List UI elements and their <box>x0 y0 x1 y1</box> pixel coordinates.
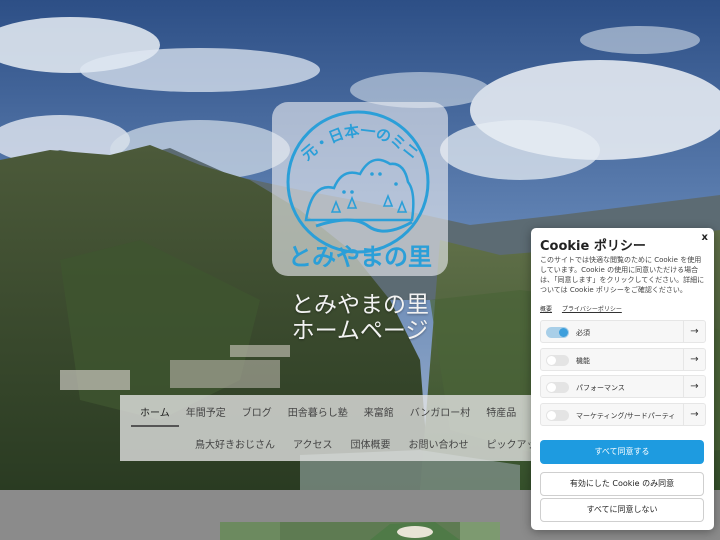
nav-row-2: 鳥大好きおじさん アクセス 団体概要 お問い合わせ ピックアップ <box>120 427 548 459</box>
nav-item-local-products[interactable]: 特産品 <box>486 404 516 419</box>
nav-item-raifukan[interactable]: 来富館 <box>364 404 394 419</box>
cookie-title: Cookie ポリシー <box>540 239 646 254</box>
nav-item-bird-uncle[interactable]: 鳥大好きおじさん <box>195 436 275 451</box>
cookie-consent-panel: x Cookie ポリシー このサイトでは快適な閲覧のために Cookie を使… <box>531 228 714 530</box>
featured-image-preview[interactable] <box>220 522 500 540</box>
cookie-toggle-performance[interactable] <box>546 382 569 393</box>
preview-image <box>220 522 500 540</box>
arrow-right-icon[interactable]: → <box>683 404 705 425</box>
nav-item-access[interactable]: アクセス <box>293 436 333 451</box>
nav-item-country-living-school[interactable]: 田舎暮らし塾 <box>288 404 348 419</box>
nav-item-home[interactable]: ホーム <box>140 404 170 419</box>
arrow-right-icon[interactable]: → <box>683 349 705 370</box>
nav-item-bungalow-village[interactable]: バンガロー村 <box>410 404 471 419</box>
accept-selected-button[interactable]: 有効にした Cookie のみ同意 <box>540 472 704 496</box>
cookie-option-label: パフォーマンス <box>576 384 625 392</box>
nav-item-annual-schedule[interactable]: 年間予定 <box>186 404 226 419</box>
cookie-toggle-marketing[interactable] <box>546 410 569 421</box>
cookie-toggle-required[interactable] <box>546 327 569 338</box>
nav-row-1: ホーム 年間予定 ブログ 田舎暮らし塾 来富館 バンガロー村 特産品 <box>120 395 548 427</box>
nav-item-blog[interactable]: ブログ <box>242 404 272 419</box>
cookie-option-label: 機能 <box>576 357 590 365</box>
cookie-link-overview[interactable]: 概要 <box>540 306 552 313</box>
nav-item-organization[interactable]: 団体概要 <box>351 436 391 451</box>
logo-emblem: 元・日本一のミニ村 とみやまの里 <box>264 88 432 271</box>
logo-wordmark: とみやまの里 <box>288 243 432 271</box>
cookie-option-required: 必須 → <box>540 320 706 343</box>
cookie-link-privacy-policy[interactable]: プライバシーポリシー <box>562 306 622 313</box>
cookie-toggle-functional[interactable] <box>546 355 569 366</box>
site-logo[interactable]: 元・日本一のミニ村 とみやまの里 <box>264 88 448 276</box>
cookie-close-button[interactable]: x <box>702 232 708 243</box>
cookie-option-functional: 機能 → <box>540 348 706 371</box>
cookie-option-performance: パフォーマンス → <box>540 375 706 398</box>
arrow-right-icon[interactable]: → <box>683 321 705 342</box>
site-title: とみやまの里 ホームページ <box>200 292 520 344</box>
site-title-line1: とみやまの里 <box>291 292 429 318</box>
cookie-description: このサイトでは快適な閲覧のために Cookie を使用しています。Cookie … <box>540 256 705 294</box>
cookie-option-label: 必須 <box>576 329 590 337</box>
cookie-links: 概要 プライバシーポリシー <box>540 304 630 313</box>
accept-all-button[interactable]: すべて同意する <box>540 440 704 464</box>
main-navigation: ホーム 年間予定 ブログ 田舎暮らし塾 来富館 バンガロー村 特産品 鳥大好きお… <box>120 395 548 461</box>
arrow-right-icon[interactable]: → <box>683 376 705 397</box>
site-title-line2: ホームページ <box>291 318 429 344</box>
cookie-option-marketing: マーケティング/サードパーティ → <box>540 403 706 426</box>
reject-all-button[interactable]: すべてに同意しない <box>540 498 704 522</box>
nav-item-contact[interactable]: お問い合わせ <box>409 436 469 451</box>
nav-active-indicator <box>131 425 179 427</box>
cookie-option-label: マーケティング/サードパーティ <box>576 412 676 420</box>
